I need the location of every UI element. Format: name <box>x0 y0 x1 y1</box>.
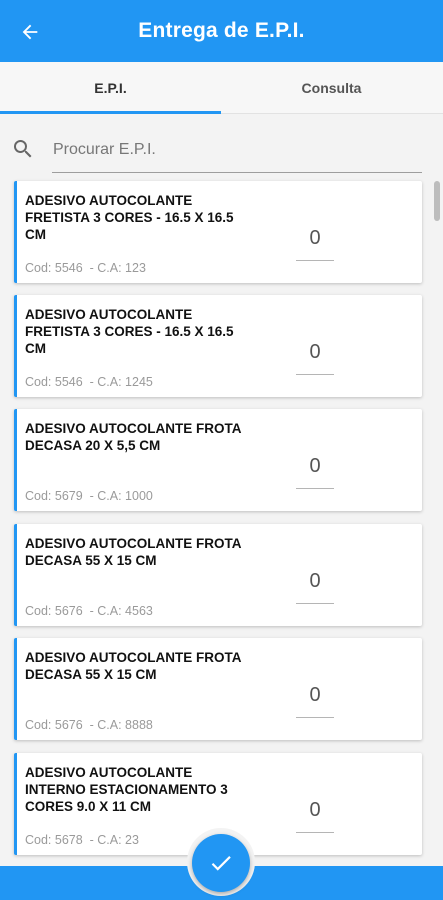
item-name: ADESIVO AUTOCOLANTE FRETISTA 3 CORES - 1… <box>25 193 234 242</box>
item-code: Cod: 5678 - C.A: 23 <box>25 833 139 847</box>
quantity-input[interactable] <box>296 674 334 718</box>
item-name: ADESIVO AUTOCOLANTE FRETISTA 3 CORES - 1… <box>25 307 234 356</box>
tab-epi[interactable]: E.P.I. <box>0 62 221 114</box>
quantity-input[interactable] <box>296 331 334 375</box>
item-code: Cod: 5679 - C.A: 1000 <box>25 489 153 503</box>
item-name: ADESIVO AUTOCOLANTE INTERNO ESTACIONAMEN… <box>25 765 228 814</box>
item-code: Cod: 5676 - C.A: 4563 <box>25 604 153 618</box>
item-name: ADESIVO AUTOCOLANTE FROTA DECASA 55 X 15… <box>25 536 241 568</box>
list-item[interactable]: ADESIVO AUTOCOLANTE FROTA DECASA 20 X 5,… <box>14 409 422 511</box>
quantity-input[interactable] <box>296 445 334 489</box>
quantity-input[interactable] <box>296 789 334 833</box>
item-code: Cod: 5676 - C.A: 8888 <box>25 718 153 732</box>
tab-consulta[interactable]: Consulta <box>221 62 442 114</box>
list-item[interactable]: ADESIVO AUTOCOLANTE FRETISTA 3 CORES - 1… <box>14 181 422 283</box>
tab-indicator <box>0 111 221 114</box>
search-icon <box>14 140 32 158</box>
quantity-input[interactable] <box>296 560 334 604</box>
tab-bar: E.P.I. Consulta <box>0 62 443 114</box>
search-input[interactable] <box>52 127 422 173</box>
scrollbar[interactable] <box>434 181 440 221</box>
item-code: Cod: 5546 - C.A: 123 <box>25 261 146 275</box>
check-icon <box>211 856 231 871</box>
quantity-input[interactable] <box>296 217 334 261</box>
item-name: ADESIVO AUTOCOLANTE FROTA DECASA 20 X 5,… <box>25 421 241 453</box>
item-code: Cod: 5546 - C.A: 1245 <box>25 375 153 389</box>
app-bar: Entrega de E.P.I. <box>0 0 443 62</box>
confirm-button[interactable] <box>192 834 250 892</box>
list-item[interactable]: ADESIVO AUTOCOLANTE FRETISTA 3 CORES - 1… <box>14 295 422 397</box>
list-item[interactable]: ADESIVO AUTOCOLANTE FROTA DECASA 55 X 15… <box>14 524 422 626</box>
page-title: Entrega de E.P.I. <box>138 19 305 42</box>
item-name: ADESIVO AUTOCOLANTE FROTA DECASA 55 X 15… <box>25 650 241 682</box>
list-item[interactable]: ADESIVO AUTOCOLANTE FROTA DECASA 55 X 15… <box>14 638 422 740</box>
